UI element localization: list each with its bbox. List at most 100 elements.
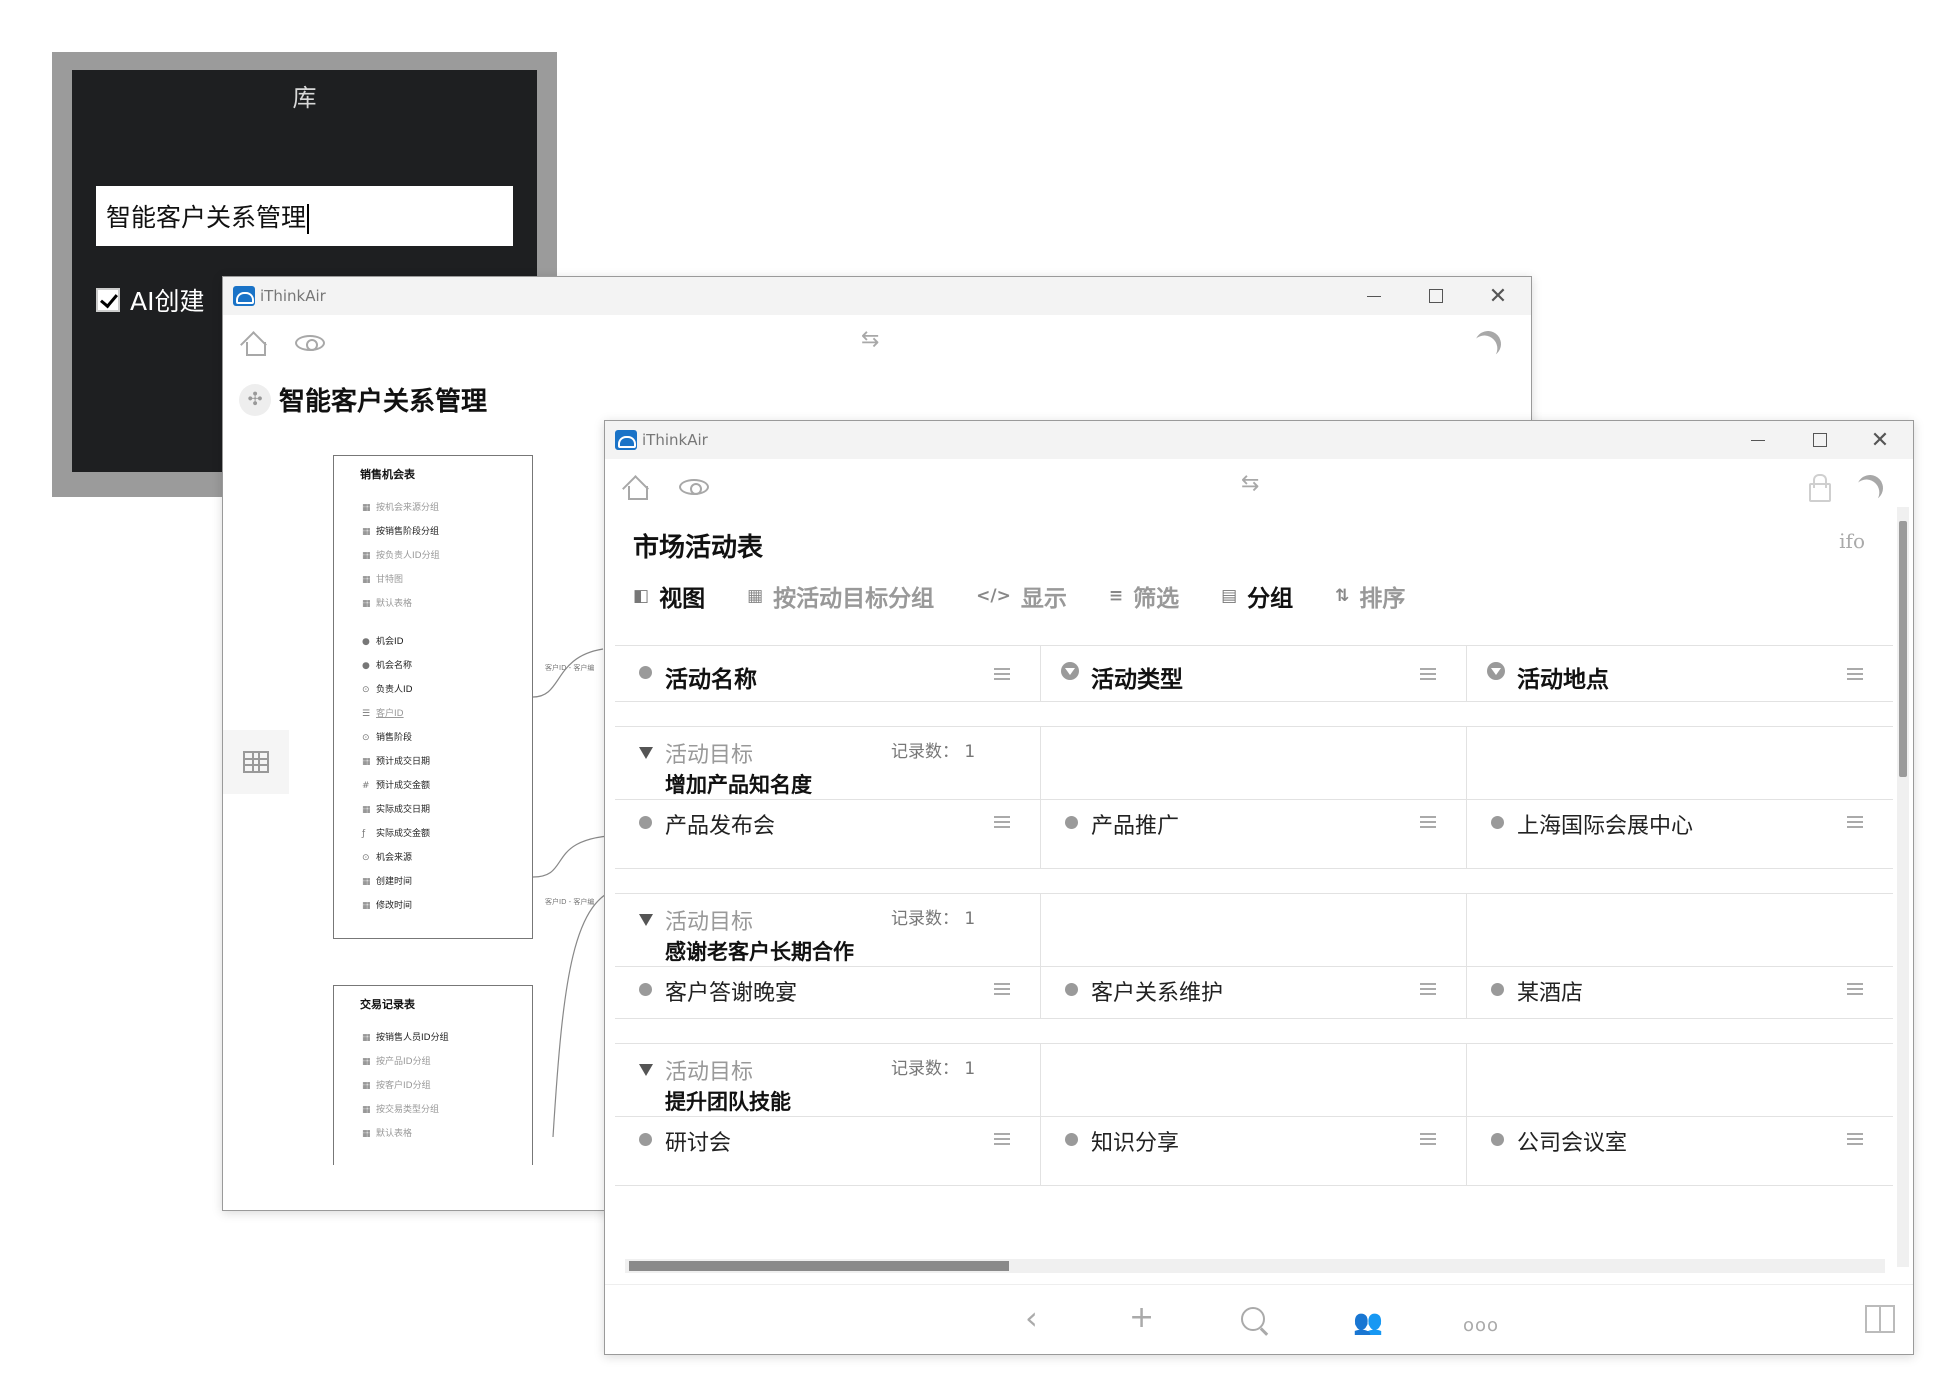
cell-menu-icon[interactable] [1420, 983, 1436, 995]
card-field-item[interactable]: # 预计成交金额 [362, 774, 522, 798]
current-view-label: 按活动目标分组 [773, 586, 935, 612]
cell-menu-icon[interactable] [1847, 1133, 1863, 1145]
scrollbar-thumb[interactable] [629, 1261, 1009, 1271]
table-cell[interactable]: 研讨会 [615, 1117, 1041, 1185]
home-icon[interactable] [623, 475, 649, 500]
group-header-row[interactable]: 活动目标 记录数： 1 提升团队技能 [615, 1044, 1893, 1117]
eye-icon[interactable] [679, 479, 709, 495]
collapse-triangle-icon[interactable] [639, 914, 653, 926]
column-header-activity-type[interactable]: 活动类型 [1041, 645, 1467, 701]
card-field-item[interactable]: ▦ 预计成交日期 [362, 750, 522, 774]
sort-button[interactable]: ⇅ 排序 [1335, 579, 1405, 613]
card-view-item[interactable]: ▦ 按销售阶段分组 [362, 520, 522, 544]
table-cell[interactable]: 客户关系维护 [1041, 967, 1467, 1019]
column-menu-icon[interactable] [1420, 668, 1436, 680]
card-view-item[interactable]: ▦ 按机会来源分组 [362, 496, 522, 520]
cell-menu-icon[interactable] [994, 816, 1010, 828]
card-view-item[interactable]: ▦ 默认表格 [362, 592, 522, 616]
cell-menu-icon[interactable] [994, 983, 1010, 995]
table-cell[interactable]: 公司会议室 [1467, 1117, 1893, 1185]
card-field-item[interactable]: ● 机会名称 [362, 654, 522, 678]
close-button[interactable]: ✕ [1855, 421, 1905, 459]
column-menu-icon[interactable] [994, 668, 1010, 680]
cell-menu-icon[interactable] [1420, 816, 1436, 828]
more-icon[interactable]: ooo [1463, 1311, 1499, 1341]
scrollbar-thumb[interactable] [1899, 521, 1907, 777]
collapse-triangle-icon[interactable] [639, 1064, 653, 1076]
info-icon[interactable]: ifo [1839, 529, 1865, 553]
back-chevron-icon[interactable]: ‹ [1025, 1302, 1038, 1334]
group-button[interactable]: ▤ 分组 [1221, 579, 1293, 613]
card-field-item[interactable]: ⊙ 机会来源 [362, 846, 522, 870]
table-group: 活动目标 记录数： 1 感谢老客户长期合作 客户答谢晚宴 客户关系维护 某酒店 [615, 893, 1893, 1019]
card-field-item[interactable]: ☰ 客户ID [362, 702, 522, 726]
card-field-item[interactable]: ▦ 修改时间 [362, 894, 522, 918]
lock-icon[interactable] [1807, 473, 1831, 502]
current-view-button[interactable]: ▦ 按活动目标分组 [747, 579, 934, 613]
library-name-input[interactable]: 智能客户关系管理 [96, 186, 513, 246]
card-view-item[interactable]: ▦ 按客户ID分组 [362, 1074, 522, 1098]
card-field-item[interactable]: ⊙ 销售阶段 [362, 726, 522, 750]
card-title: 销售机会表 [360, 468, 415, 481]
table-row[interactable]: 客户答谢晚宴 客户关系维护 某酒店 [615, 967, 1893, 1019]
cell-menu-icon[interactable] [1847, 983, 1863, 995]
table-row[interactable]: 研讨会 知识分享 公司会议室 [615, 1117, 1893, 1186]
card-field-label: 机会来源 [376, 853, 413, 863]
minimize-button[interactable] [1349, 277, 1399, 315]
card-view-item[interactable]: ▦ 默认表格 [362, 1122, 522, 1146]
swap-arrows-icon[interactable]: ⇆ [861, 327, 879, 352]
card-field-item[interactable]: ▦ 创建时间 [362, 870, 522, 894]
card-view-item[interactable]: ▦ 按负责人ID分组 [362, 544, 522, 568]
checkbox-checked-icon[interactable] [96, 288, 120, 312]
minimize-button[interactable] [1733, 421, 1783, 459]
swap-arrows-icon[interactable]: ⇆ [1241, 471, 1259, 496]
maximize-button[interactable] [1795, 421, 1845, 459]
maximize-button[interactable] [1411, 277, 1461, 315]
card-field-item[interactable]: ▦ 实际成交日期 [362, 798, 522, 822]
group-header-row[interactable]: 活动目标 记录数： 1 感谢老客户长期合作 [615, 894, 1893, 967]
record-count: 记录数： 1 [891, 909, 976, 929]
card-field-label: 实际成交日期 [376, 805, 431, 815]
table-cell[interactable]: 产品发布会 [615, 800, 1041, 868]
table-cell[interactable]: 上海国际会展中心 [1467, 800, 1893, 868]
table-cell[interactable]: 知识分享 [1041, 1117, 1467, 1185]
card-field-label: 销售阶段 [376, 733, 413, 743]
table-card-transaction-record[interactable]: 交易记录表 ▦ 按销售人员ID分组 ▦ 按产品ID分组 ▦ 按客户ID分组 ▦ 按交易类… [333, 985, 533, 1165]
column-header-activity-name[interactable]: 活动名称 [615, 645, 1041, 701]
table-cell[interactable]: 客户答谢晚宴 [615, 967, 1041, 1019]
cell-menu-icon[interactable] [1847, 816, 1863, 828]
column-menu-icon[interactable] [1847, 668, 1863, 680]
users-icon[interactable]: 👥 [1353, 1307, 1383, 1337]
cell-menu-icon[interactable] [994, 1133, 1010, 1145]
column-header-activity-location[interactable]: 活动地点 [1467, 645, 1893, 701]
card-field-item[interactable]: ⊙ 负责人ID [362, 678, 522, 702]
row-dot-icon [1491, 816, 1504, 829]
card-view-item[interactable]: ▦ 按销售人员ID分组 [362, 1026, 522, 1050]
card-field-item[interactable]: ƒ 实际成交金额 [362, 822, 522, 846]
card-view-item[interactable]: ▦ 按交易类型分组 [362, 1098, 522, 1122]
title-bar[interactable]: iThinkAir ✕ [605, 421, 1913, 459]
vertical-scrollbar[interactable] [1897, 507, 1909, 1267]
filter-button[interactable]: ≡ 筛选 [1109, 579, 1179, 613]
table-row[interactable]: 产品发布会 产品推广 上海国际会展中心 [615, 800, 1893, 869]
split-panel-icon[interactable] [1865, 1305, 1895, 1333]
display-button[interactable]: </> 显示 [976, 579, 1067, 613]
card-view-item[interactable]: ▦ 按产品ID分组 [362, 1050, 522, 1074]
cell-menu-icon[interactable] [1420, 1133, 1436, 1145]
group-header-row[interactable]: 活动目标 记录数： 1 增加产品知名度 [615, 727, 1893, 800]
moon-icon[interactable] [1471, 327, 1504, 360]
card-field-item[interactable]: ● 机会ID [362, 630, 522, 654]
view-button[interactable]: ◧ 视图 [633, 579, 705, 613]
table-cell[interactable]: 产品推广 [1041, 800, 1467, 868]
add-icon[interactable]: + [1129, 1303, 1154, 1333]
table-card-sales-opportunity[interactable]: 销售机会表 ▦ 按机会来源分组 ▦ 按销售阶段分组 ▦ 按负责人ID分组 ▦ 甘特图 ▦… [333, 455, 533, 939]
table-cell[interactable]: 某酒店 [1467, 967, 1893, 1019]
collapse-triangle-icon[interactable] [639, 747, 653, 759]
search-icon[interactable] [1241, 1307, 1269, 1335]
ai-create-checkbox[interactable]: AI创建 [96, 282, 204, 318]
moon-icon[interactable] [1853, 471, 1886, 504]
close-button[interactable]: ✕ [1473, 277, 1523, 315]
horizontal-scrollbar[interactable] [625, 1259, 1885, 1273]
card-view-item[interactable]: ▦ 甘特图 [362, 568, 522, 592]
card-view-label: 按销售人员ID分组 [376, 1033, 449, 1043]
